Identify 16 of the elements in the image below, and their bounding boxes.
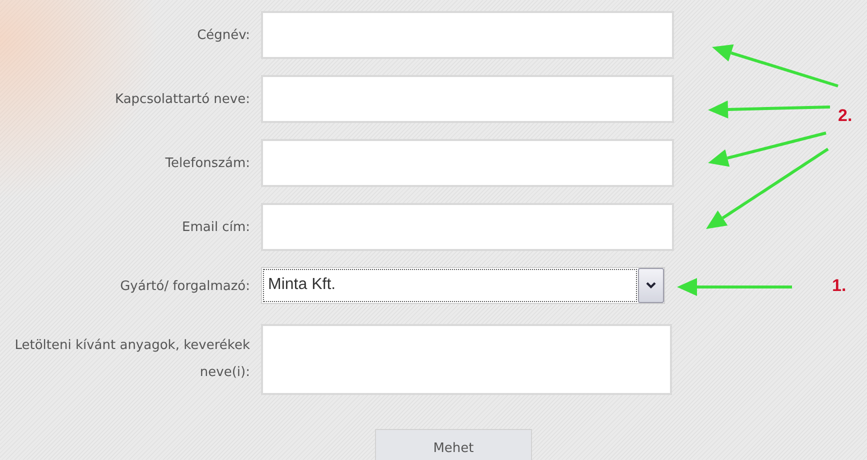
annotation-number: 1.	[832, 276, 846, 296]
submit-button[interactable]: Mehet	[375, 429, 532, 460]
annotation-number: 2.	[838, 106, 852, 126]
field-label: Telefonszám:	[165, 154, 250, 172]
field-label: Cégnév:	[197, 26, 250, 44]
text-field[interactable]	[261, 139, 674, 187]
caret-icon	[638, 268, 664, 303]
field-label: Letölteni kívánt anyagok, keverékek neve(i):	[14, 336, 250, 382]
text-area[interactable]	[261, 324, 672, 395]
text-field[interactable]	[261, 203, 674, 251]
field-label: Kapcsolattartó neve:	[115, 90, 250, 108]
text-field[interactable]	[261, 75, 674, 123]
dropdown[interactable]: Minta Kft.	[261, 267, 665, 304]
text-field[interactable]	[261, 11, 674, 59]
field-label: Email cím:	[182, 218, 250, 236]
field-label: Gyártó/ forgalmazó:	[120, 278, 250, 296]
